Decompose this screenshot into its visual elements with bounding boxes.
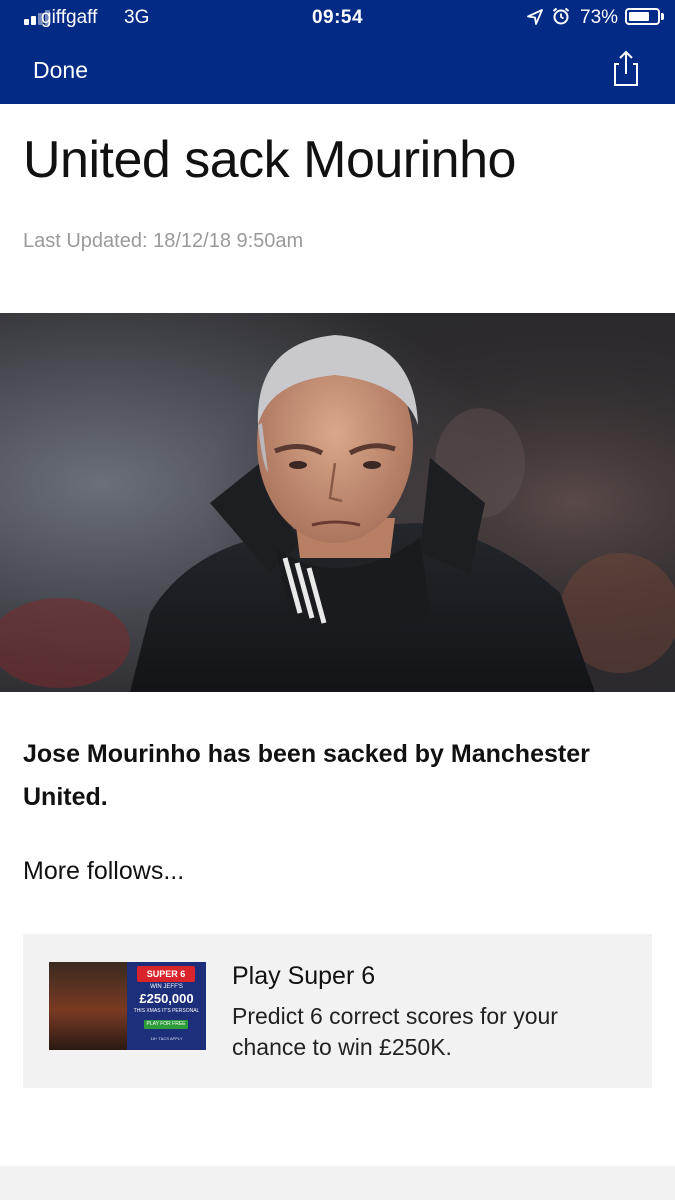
super6-promo-card[interactable]: SUPER 6 WIN JEFF'S £250,000 THIS XMAS IT… — [23, 934, 652, 1088]
battery-level — [629, 12, 649, 21]
promo-terms: 18+ T&CS APPLY — [150, 1036, 183, 1041]
promo-thumbnail-photo — [49, 962, 127, 1050]
promo-description: Predict 6 correct scores for your chance… — [232, 1003, 558, 1060]
article-lead: Jose Mourinho has been sacked by Manches… — [23, 740, 590, 811]
promo-tagline: THIS XMAS IT'S PERSONAL — [133, 1008, 200, 1014]
location-arrow-icon — [527, 9, 543, 25]
super6-logo: SUPER 6 — [137, 966, 195, 982]
promo-amount: £250,000 — [139, 991, 194, 1006]
status-bar: giffgaff 3G 09:54 73% — [0, 0, 675, 36]
share-icon[interactable] — [608, 48, 644, 88]
status-time: 09:54 — [311, 7, 364, 28]
alarm-clock-icon — [552, 7, 570, 25]
battery-icon — [625, 8, 660, 25]
mourinho-photo — [0, 313, 675, 692]
top-bar: giffgaff 3G 09:54 73% Done — [0, 0, 675, 104]
battery-percentage: 73% — [580, 7, 619, 28]
article-more-follows: More follows... — [23, 857, 185, 885]
promo-thumbnail: SUPER 6 WIN JEFF'S £250,000 THIS XMAS IT… — [49, 962, 206, 1050]
article-headline: United sack Mourinho — [23, 131, 516, 189]
promo-win-text: WIN JEFF'S — [150, 984, 183, 990]
battery-cap — [661, 13, 664, 20]
promo-play-button: PLAY FOR FREE — [144, 1020, 188, 1029]
last-updated: Last Updated: 18/12/18 9:50am — [23, 230, 304, 252]
article-hero-image — [0, 313, 675, 692]
done-button[interactable]: Done — [33, 57, 88, 84]
promo-title[interactable]: Play Super 6 — [232, 962, 375, 991]
footer-strip — [0, 1166, 675, 1200]
